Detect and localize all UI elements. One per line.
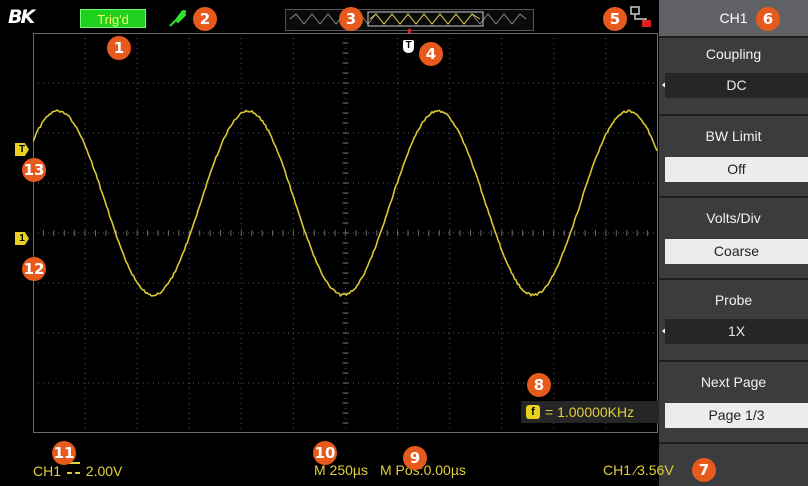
probe-icon: [168, 8, 188, 33]
ch1-scale-channel: CH1: [33, 463, 61, 479]
frequency-icon-label: f: [531, 406, 535, 418]
callout-badge: 11: [52, 441, 76, 465]
frequency-readout: = 1.00000KHz: [545, 404, 634, 420]
usb-connection-icon: [628, 5, 654, 34]
graticule: [33, 33, 658, 433]
memory-position-bar: [285, 9, 534, 31]
callout-badge: 1: [107, 36, 131, 60]
callout-badge: 3: [339, 7, 363, 31]
probe-label: Probe: [659, 292, 808, 308]
ch1-scale-readout: CH1 2.00V: [33, 462, 122, 479]
volts-div-label: Volts/Div: [659, 210, 808, 226]
menu-divider: [659, 36, 808, 38]
callout-badge: 8: [527, 373, 551, 397]
brand-logo: BK: [8, 6, 33, 28]
ch1-ground-marker-label: 1: [19, 233, 25, 244]
trigger-position-marker-label: T: [405, 40, 411, 51]
callout-badge: 4: [419, 42, 443, 66]
callout-badge: 9: [403, 446, 427, 470]
callout-badge: 12: [22, 257, 46, 281]
trigger-source: CH1: [603, 462, 631, 478]
callout-badge: 6: [756, 7, 780, 31]
callout-badge: 2: [193, 7, 217, 31]
callout-badge: 10: [313, 441, 337, 465]
menu-divider: [659, 114, 808, 116]
menu-divider: [659, 442, 808, 444]
trigger-level-marker[interactable]: T: [15, 143, 29, 156]
coupling-option[interactable]: DC: [665, 73, 808, 98]
waveform-display[interactable]: [33, 33, 658, 433]
bw-limit-label: BW Limit: [659, 128, 808, 144]
trigger-status-indicator: Trig'd: [80, 9, 146, 28]
trigger-level-marker-label: T: [19, 144, 25, 155]
ch1-side-menu: CH1 Coupling DC BW Limit Off Volts/Div C…: [659, 0, 808, 486]
trigger-level-value: 3.56V: [637, 462, 674, 478]
trigger-position-marker[interactable]: T: [403, 40, 414, 53]
menu-divider: [659, 360, 808, 362]
ch1-ground-marker[interactable]: 1: [15, 232, 29, 245]
menu-title: CH1: [659, 0, 808, 36]
coupling-label: Coupling: [659, 46, 808, 62]
ch1-scale-value: 2.00V: [86, 463, 123, 479]
callout-badge: 5: [603, 7, 627, 31]
callout-badge: 13: [22, 158, 46, 182]
menu-divider: [659, 196, 808, 198]
probe-option[interactable]: 1X: [665, 319, 808, 344]
next-page-option[interactable]: Page 1/3: [665, 403, 808, 428]
frequency-icon: f: [526, 405, 540, 419]
next-page-label: Next Page: [659, 374, 808, 390]
trigger-readout: CH1 ∕3.56V: [603, 462, 674, 478]
menu-divider: [659, 278, 808, 280]
bw-limit-option[interactable]: Off: [665, 157, 808, 182]
callout-badge: 7: [692, 458, 716, 482]
volts-div-option[interactable]: Coarse: [665, 239, 808, 264]
